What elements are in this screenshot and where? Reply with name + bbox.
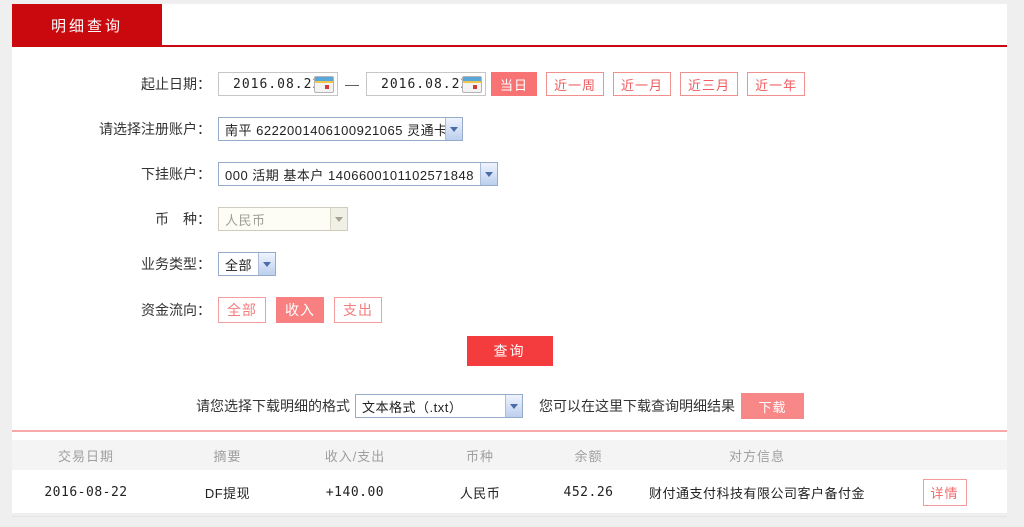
query-form: 起止日期： 2016.08.22 — 2016.08.22 当日 近一周 近一月…: [12, 47, 1007, 517]
content-panel: 明细查询 起止日期： 2016.08.22 — 2016.08.22 当日 近一…: [12, 4, 1007, 517]
fund-flow-expense-button[interactable]: 支出: [334, 297, 382, 323]
business-type-value: 全部: [225, 257, 253, 273]
business-type-select[interactable]: 全部: [218, 252, 276, 276]
calendar-icon[interactable]: [462, 76, 482, 93]
header-balance: 余额: [545, 440, 632, 470]
currency-label: 币 种：: [155, 211, 211, 227]
download-format-select[interactable]: 文本格式（.txt）: [355, 394, 523, 418]
cell-counterparty: 财付通支付科技有限公司客户备付金: [632, 470, 882, 517]
quick-range-today-button[interactable]: 当日: [491, 72, 538, 96]
business-type-label: 业务类型：: [141, 256, 211, 272]
detail-button[interactable]: 详情: [922, 479, 967, 507]
query-button-row: 查询: [12, 336, 1007, 366]
date-separator: —: [345, 76, 359, 92]
download-hint: 您可以在这里下载查询明细结果: [539, 398, 735, 414]
table-row: 2016-08-22 DF提现 +140.00 人民币 452.26 财付通支付…: [12, 470, 1007, 517]
currency-value: 人民币: [225, 212, 266, 228]
business-type-row: 业务类型： 全部: [12, 252, 1007, 276]
cell-balance: 452.26: [545, 470, 632, 517]
date-range-label: 起止日期：: [141, 76, 211, 92]
date-range-row: 起止日期： 2016.08.22 — 2016.08.22 当日 近一周 近一月…: [12, 72, 1007, 96]
download-row: 请您选择下载明细的格式 文本格式（.txt） 您可以在这里下载查询明细结果 下载: [12, 393, 1007, 419]
sub-account-row: 下挂账户： 000 活期 基本户 1406600101102571848: [12, 162, 1007, 186]
header-counterparty: 对方信息: [632, 440, 882, 470]
results-table: 交易日期 摘要 收入/支出 币种 余额 对方信息 2016-08-22 DF提现…: [12, 440, 1007, 517]
table-header-row: 交易日期 摘要 收入/支出 币种 余额 对方信息: [12, 440, 1007, 470]
cell-summary: DF提现: [160, 470, 295, 517]
register-account-row: 请选择注册账户： 南平 6222001406100921065 灵通卡: [12, 117, 1007, 141]
chevron-down-icon: [330, 208, 347, 230]
download-button[interactable]: 下载: [741, 393, 804, 419]
tab-bar: 明细查询: [12, 4, 1007, 47]
chevron-down-icon[interactable]: [505, 395, 522, 417]
quick-range-week-button[interactable]: 近一周: [546, 72, 605, 96]
header-actions: [882, 440, 1007, 470]
chevron-down-icon[interactable]: [445, 118, 462, 140]
chevron-down-icon[interactable]: [480, 163, 497, 185]
end-date-input[interactable]: 2016.08.22: [366, 72, 486, 96]
quick-range-3months-button[interactable]: 近三月: [680, 72, 739, 96]
start-date-input[interactable]: 2016.08.22: [218, 72, 338, 96]
currency-select: 人民币: [218, 207, 348, 231]
tab-detail-query[interactable]: 明细查询: [12, 4, 162, 47]
fund-flow-row: 资金流向： 全部 收入 支出: [12, 297, 1007, 323]
header-summary: 摘要: [160, 440, 295, 470]
sub-account-select[interactable]: 000 活期 基本户 1406600101102571848: [218, 162, 498, 186]
cell-trade-date: 2016-08-22: [12, 470, 160, 517]
fund-flow-label: 资金流向：: [141, 302, 211, 318]
quick-range-month-button[interactable]: 近一月: [613, 72, 672, 96]
pink-divider: [12, 430, 1007, 432]
cell-actions: 详情: [882, 470, 1007, 517]
fund-flow-all-button[interactable]: 全部: [218, 297, 266, 323]
chevron-down-icon[interactable]: [258, 253, 275, 275]
query-button[interactable]: 查询: [466, 336, 553, 366]
end-date-value: 2016.08.22: [381, 76, 470, 92]
header-currency: 币种: [415, 440, 545, 470]
header-trade-date: 交易日期: [12, 440, 160, 470]
header-income-expense: 收入/支出: [295, 440, 415, 470]
register-account-label: 请选择注册账户：: [99, 121, 211, 137]
cell-amount: +140.00: [295, 470, 415, 517]
quick-range-year-button[interactable]: 近一年: [747, 72, 806, 96]
currency-row: 币 种： 人民币: [12, 207, 1007, 231]
sub-account-value: 000 活期 基本户 1406600101102571848: [225, 167, 474, 183]
sub-account-label: 下挂账户：: [141, 166, 211, 182]
download-format-label: 请您选择下载明细的格式: [196, 398, 350, 414]
calendar-icon[interactable]: [314, 76, 334, 93]
download-format-value: 文本格式（.txt）: [362, 399, 463, 415]
register-account-value: 南平 6222001406100921065 灵通卡: [225, 122, 445, 138]
start-date-value: 2016.08.22: [233, 76, 322, 92]
register-account-select[interactable]: 南平 6222001406100921065 灵通卡: [218, 117, 463, 141]
fund-flow-income-button[interactable]: 收入: [276, 297, 324, 323]
cell-currency: 人民币: [415, 470, 545, 517]
